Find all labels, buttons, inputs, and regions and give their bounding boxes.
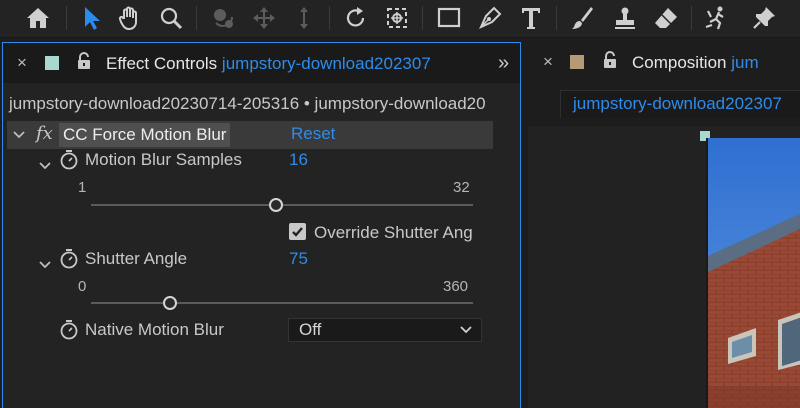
samples-max-label: 32 — [453, 179, 470, 196]
collapse-arrow-icon[interactable] — [13, 126, 25, 142]
label-color-swatch[interactable] — [45, 56, 59, 70]
rectangle-icon[interactable] — [433, 3, 465, 33]
move-icon[interactable] — [248, 3, 280, 33]
eraser-icon[interactable] — [650, 3, 682, 33]
chevron-down-icon — [460, 326, 472, 334]
shutter-max-label: 360 — [443, 278, 469, 295]
effect-controls-panel: × Effect Controls jumpstory-download2023… — [2, 42, 521, 408]
override-shutter-label: Override Shutter Ang — [314, 223, 473, 242]
composition-tab[interactable]: × Composition jum — [528, 42, 800, 82]
stopwatch-icon[interactable] — [60, 320, 78, 340]
toolbar-divider — [196, 6, 197, 30]
toolbar-divider — [691, 6, 692, 30]
composition-viewer[interactable] — [528, 126, 800, 408]
effect-controls-tab[interactable]: × Effect Controls jumpstory-download2023… — [3, 43, 520, 83]
dropdown-value: Off — [299, 320, 322, 339]
rotation-icon[interactable] — [340, 3, 372, 33]
composition-subtab-label: jumpstory-download202307 — [573, 94, 782, 113]
override-shutter-checkbox[interactable] — [289, 223, 306, 240]
tab-title-text: Composition — [632, 53, 727, 72]
tab-title: Effect Controls jumpstory-download202307 — [106, 54, 431, 74]
dolly-icon[interactable] — [288, 3, 320, 33]
tools-toolbar — [0, 0, 800, 38]
effect-header-row[interactable]: fx CC Force Motion Blur Reset — [7, 121, 493, 149]
label-color-swatch[interactable] — [570, 55, 584, 69]
tab-source-name[interactable]: jumpstory-download202307 — [222, 54, 431, 73]
anchor-point-icon[interactable] — [381, 3, 413, 33]
brush-icon[interactable] — [566, 3, 598, 33]
shutter-angle-value[interactable]: 75 — [289, 249, 308, 269]
toolbar-divider — [329, 6, 330, 30]
lock-icon[interactable] — [77, 52, 91, 70]
rotate-orbit-icon[interactable] — [207, 3, 239, 33]
expand-arrow-icon[interactable] — [39, 157, 51, 173]
composition-subtab[interactable]: jumpstory-download202307 — [560, 90, 800, 118]
footage-frame — [706, 138, 800, 408]
shutter-slider-handle[interactable] — [163, 296, 178, 310]
samples-slider-handle[interactable] — [268, 198, 283, 212]
fx-toggle-icon[interactable]: fx — [36, 123, 53, 144]
tab-title: Composition jum — [632, 53, 759, 73]
native-motion-blur-label: Native Motion Blur — [85, 320, 224, 339]
composition-panel: × Composition jum jumpstory-download2023… — [528, 42, 800, 408]
close-tab-button[interactable]: × — [17, 53, 27, 73]
motion-blur-samples-value[interactable]: 16 — [289, 150, 308, 170]
zoom-icon[interactable] — [155, 3, 187, 33]
tab-source-name[interactable]: jum — [731, 53, 758, 72]
native-motion-blur-dropdown[interactable]: Off — [288, 318, 482, 342]
pin-icon[interactable] — [748, 3, 780, 33]
puppet-icon[interactable] — [701, 3, 733, 33]
hand-icon[interactable] — [114, 3, 146, 33]
shutter-min-label: 0 — [78, 278, 87, 295]
expand-arrow-icon[interactable] — [39, 256, 51, 272]
stopwatch-icon[interactable] — [60, 150, 78, 170]
home-icon[interactable] — [22, 3, 54, 33]
lock-icon[interactable] — [603, 51, 617, 69]
samples-min-label: 1 — [78, 179, 87, 196]
panel-overflow-button[interactable]: » — [498, 52, 509, 75]
pen-icon[interactable] — [474, 3, 506, 33]
effect-name[interactable]: CC Force Motion Blur — [59, 123, 231, 147]
motion-blur-samples-label: Motion Blur Samples — [85, 150, 242, 169]
tab-title-text: Effect Controls — [106, 54, 218, 73]
close-tab-button[interactable]: × — [543, 52, 553, 72]
building-photo — [708, 138, 800, 408]
shutter-angle-label: Shutter Angle — [85, 249, 188, 268]
layer-path: jumpstory-download20230714-205316 • jump… — [9, 94, 486, 113]
toolbar-divider — [66, 6, 67, 30]
toolbar-divider — [422, 6, 423, 30]
type-icon[interactable] — [515, 3, 547, 33]
stopwatch-icon[interactable] — [60, 249, 78, 269]
shutter-slider-track[interactable] — [91, 302, 473, 304]
selection-arrow-icon[interactable] — [76, 3, 108, 33]
clone-stamp-icon[interactable] — [609, 3, 641, 33]
reset-link[interactable]: Reset — [291, 124, 335, 144]
toolbar-divider — [556, 6, 557, 30]
